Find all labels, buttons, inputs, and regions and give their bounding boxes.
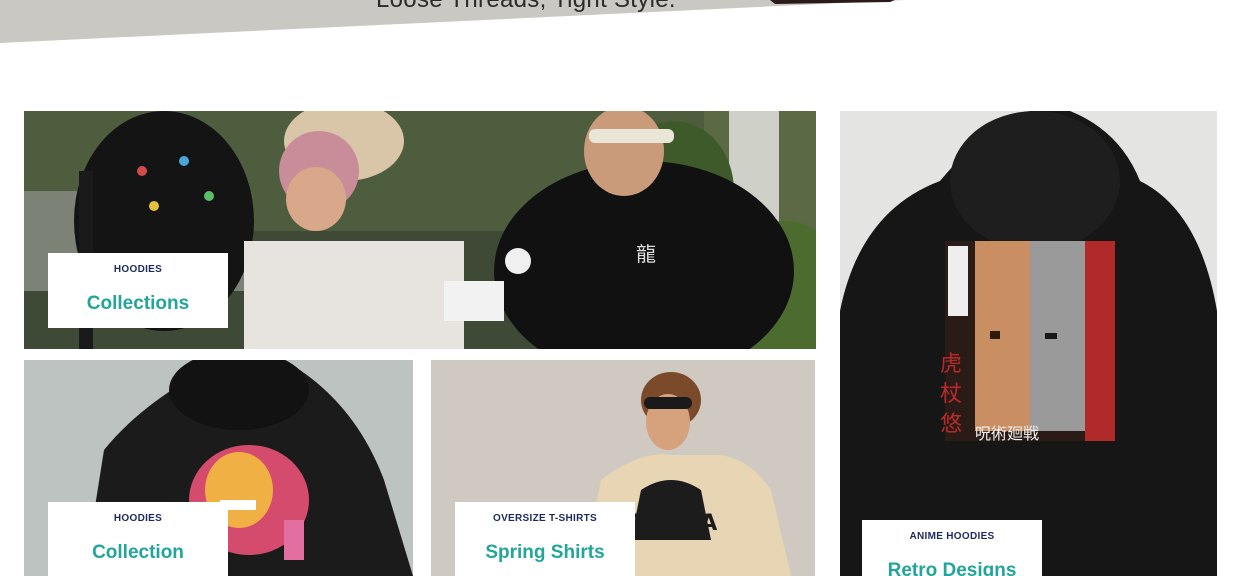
svg-text:虎: 虎 [940,352,962,377]
page: Loose Threads, Tight Style. [0,0,1240,576]
collection-tile-anime-hoodies[interactable]: 虎 杖 悠 呪術廻戦 ANIME HOODIES Retro Designs [840,111,1217,576]
svg-text:龍: 龍 [636,242,656,266]
anime-hoodie-back-photo: 虎 杖 悠 呪術廻戦 [840,111,1217,576]
collection-label-card: OVERSIZE T-SHIRTS Spring Shirts [455,502,635,576]
svg-text:杖: 杖 [940,382,962,407]
collection-category: OVERSIZE T-SHIRTS [492,513,597,524]
collection-tile-hoodies-collections[interactable]: 龍 HOODIES Collections [24,111,816,349]
collection-tile-hoodies-collection[interactable]: HOODIES Collection [24,360,413,576]
hero-tagline: Loose Threads, Tight Style. [376,0,676,14]
collection-title[interactable]: Collections [48,293,228,315]
collection-title[interactable]: Collection [48,542,228,564]
collection-category: ANIME HOODIES [909,531,995,542]
collection-category: HOODIES [113,513,163,524]
collection-title[interactable]: Spring Shirts [455,542,635,564]
collection-title[interactable]: Retro Designs [862,560,1042,576]
collection-label-card: HOODIES Collections [48,253,228,328]
collection-tile-oversize-tshirts[interactable]: AWARA OVERSIZE T-SHIRTS Spring Shirts [431,360,815,576]
collection-label-card: ANIME HOODIES Retro Designs [862,520,1042,576]
collection-category: HOODIES [113,264,163,275]
svg-text:呪術廻戦: 呪術廻戦 [975,424,1039,443]
svg-text:AWARA: AWARA [627,511,717,536]
svg-text:悠: 悠 [940,412,962,437]
collection-label-card: HOODIES Collection [48,502,228,576]
